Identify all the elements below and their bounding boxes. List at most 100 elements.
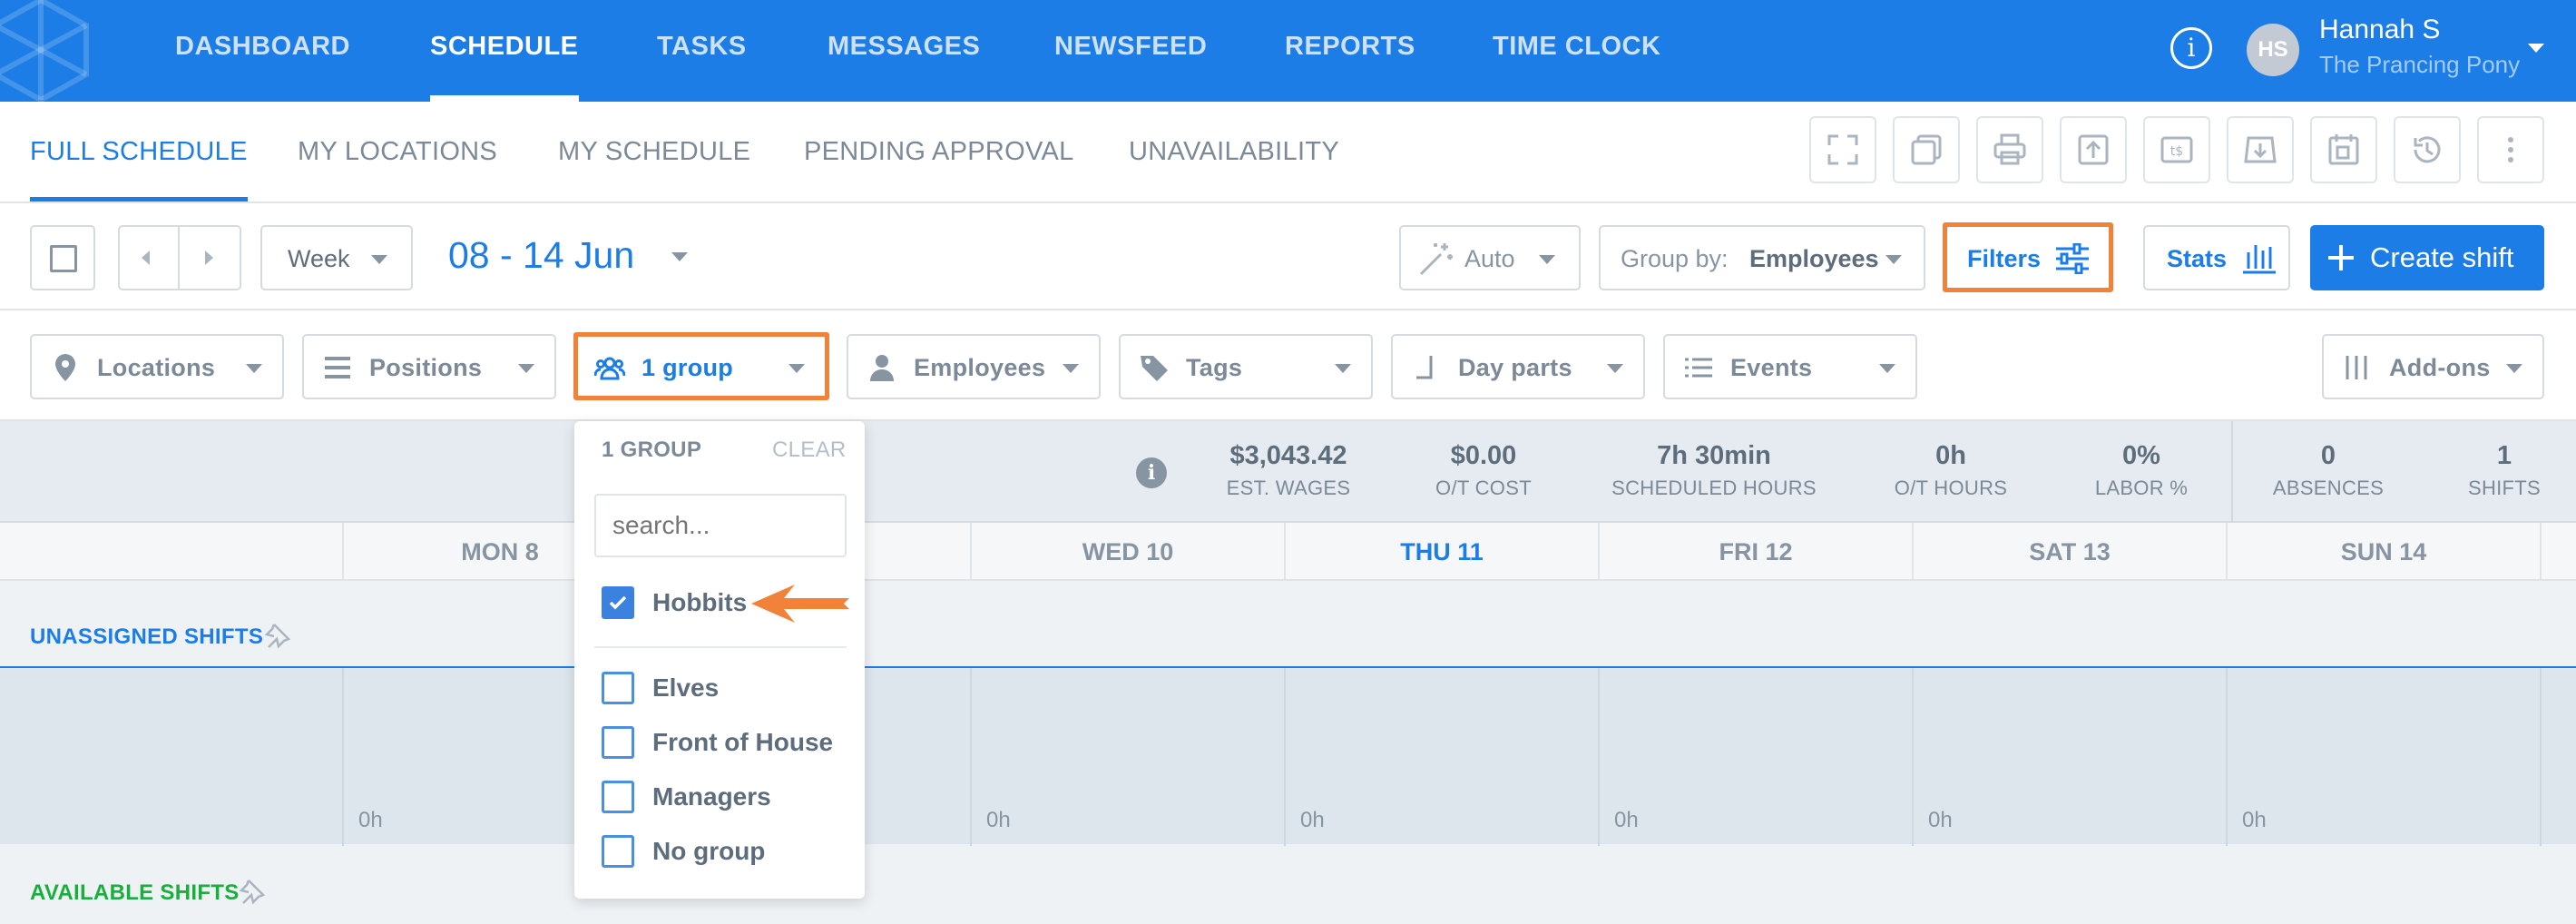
unassigned-cell-fri[interactable]: 0h: [1598, 668, 1912, 846]
chevron-left-icon: [142, 251, 150, 265]
unassigned-cell-sat[interactable]: 0h: [1912, 668, 2226, 846]
auto-button[interactable]: Auto: [1399, 225, 1581, 290]
map-pin-icon: [55, 354, 75, 381]
calendar-copy-button[interactable]: [2310, 116, 2377, 183]
copy-icon: [1911, 134, 1942, 165]
group-search-input[interactable]: [594, 494, 847, 557]
chevron-down-icon: [1607, 364, 1623, 373]
tab-my-locations[interactable]: MY LOCATIONS: [298, 102, 497, 202]
day-parts-icon: [1416, 356, 1433, 379]
copy-button[interactable]: [1893, 116, 1960, 183]
download-button[interactable]: [2227, 116, 2294, 183]
view-select[interactable]: Week: [260, 225, 413, 290]
user-menu-chevron-icon[interactable]: [2528, 44, 2544, 53]
stat-ot-hours: 0h O/T HOURS: [1894, 441, 2008, 499]
option-no-group-label[interactable]: No group: [652, 837, 765, 866]
history-button[interactable]: [2394, 116, 2461, 183]
filters-button[interactable]: Filters: [1945, 225, 2112, 290]
chevron-down-icon: [1885, 255, 1902, 264]
chevron-down-icon: [246, 364, 262, 373]
tab-pending-approval[interactable]: PENDING APPROVAL: [804, 102, 1074, 202]
next-week-button[interactable]: [180, 227, 240, 289]
locations-filter[interactable]: Locations: [30, 334, 284, 399]
day-parts-filter[interactable]: Day parts: [1391, 334, 1645, 399]
stat-scheduled-hours: 7h 30min SCHEDULED HOURS: [1611, 441, 1817, 499]
wages-button[interactable]: t$: [2143, 116, 2210, 183]
brand-logo[interactable]: [0, 0, 100, 102]
calendar-copy-icon: [2328, 134, 2359, 165]
top-navigation: DASHBOARD SCHEDULE TASKS MESSAGES NEWSFE…: [0, 0, 2576, 102]
pin-icon[interactable]: [263, 621, 292, 650]
view-select-value: Week: [288, 245, 350, 272]
option-hobbits-label[interactable]: Hobbits: [652, 588, 747, 617]
nav-time-clock[interactable]: TIME CLOCK: [1493, 0, 1660, 102]
stats-info-icon[interactable]: i: [1136, 457, 1167, 488]
front-of-house-checkbox[interactable]: [602, 726, 634, 759]
nav-messages[interactable]: MESSAGES: [828, 0, 980, 102]
avatar[interactable]: HS: [2247, 24, 2299, 76]
stat-shifts: 1 SHIFTS: [2467, 441, 2542, 499]
select-all-checkbox[interactable]: [30, 225, 95, 290]
unassigned-cell-thu[interactable]: 0h: [1284, 668, 1598, 846]
info-icon[interactable]: i: [2170, 27, 2212, 69]
group-filter[interactable]: 1 group: [574, 334, 827, 399]
chevron-down-icon: [1063, 364, 1079, 373]
more-button[interactable]: [2477, 116, 2544, 183]
tags-filter[interactable]: Tags: [1119, 334, 1373, 399]
events-filter[interactable]: Events: [1663, 334, 1917, 399]
employees-filter[interactable]: Employees: [847, 334, 1101, 399]
nav-tasks[interactable]: TASKS: [657, 0, 747, 102]
elves-checkbox[interactable]: [602, 672, 634, 704]
tab-my-schedule[interactable]: MY SCHEDULE: [558, 102, 750, 202]
tab-full-schedule[interactable]: FULL SCHEDULE: [30, 102, 248, 202]
chevron-down-icon: [1879, 364, 1895, 373]
pin-icon[interactable]: [238, 877, 267, 906]
clear-button[interactable]: CLEAR: [772, 437, 847, 463]
day-header-fri[interactable]: FRI 12: [1598, 523, 1912, 581]
date-range[interactable]: 08 - 14 Jun: [448, 234, 634, 277]
nav-schedule[interactable]: SCHEDULE: [430, 0, 579, 102]
nav-dashboard[interactable]: DASHBOARD: [175, 0, 350, 102]
user-name[interactable]: Hannah S: [2319, 15, 2440, 45]
tab-unavailability[interactable]: UNAVAILABILITY: [1129, 102, 1339, 202]
user-location: The Prancing Pony: [2319, 51, 2521, 78]
group-filter-label: 1 group: [642, 354, 734, 381]
publish-button[interactable]: [2060, 116, 2127, 183]
chevron-down-icon: [1539, 255, 1555, 264]
day-header-sun[interactable]: SUN 14: [2226, 523, 2540, 581]
filter-bar: Locations Positions 1 group Employees Ta…: [0, 310, 2576, 421]
prev-week-button[interactable]: [120, 227, 180, 289]
tags-filter-label: Tags: [1186, 354, 1243, 381]
unassigned-cell-wed[interactable]: 0h: [970, 668, 1284, 846]
bar-chart-icon: [2243, 245, 2276, 274]
expand-button[interactable]: [1809, 116, 1876, 183]
day-header-thu[interactable]: THU 11: [1284, 523, 1598, 581]
nav-newsfeed[interactable]: NEWSFEED: [1054, 0, 1207, 102]
option-managers-label[interactable]: Managers: [652, 782, 771, 811]
stats-button[interactable]: Stats: [2143, 225, 2290, 290]
hobbits-checkbox[interactable]: [602, 586, 634, 619]
positions-filter[interactable]: Positions: [302, 334, 556, 399]
unassigned-cell-sun[interactable]: 0h: [2226, 668, 2540, 846]
day-header-wed[interactable]: WED 10: [970, 523, 1284, 581]
date-range-chevron-down-icon[interactable]: [671, 252, 688, 261]
arrow-left-icon: [751, 585, 849, 623]
week-pager: [118, 225, 241, 290]
sliders-icon: [2056, 243, 2089, 274]
list-icon: [325, 357, 350, 378]
managers-checkbox[interactable]: [602, 781, 634, 813]
addons-filter-label: Add-ons: [2389, 354, 2491, 381]
option-elves-label[interactable]: Elves: [652, 673, 719, 703]
filters-label: Filters: [1967, 245, 2042, 272]
no-group-checkbox[interactable]: [602, 835, 634, 868]
inbox-download-icon: [2244, 136, 2277, 163]
day-header-sat[interactable]: SAT 13: [1912, 523, 2226, 581]
dropdown-title: 1 GROUP: [602, 437, 702, 462]
nav-reports[interactable]: REPORTS: [1285, 0, 1415, 102]
option-front-of-house-label[interactable]: Front of House: [652, 728, 833, 757]
addons-filter[interactable]: Add-ons: [2322, 334, 2544, 399]
print-button[interactable]: [1976, 116, 2043, 183]
create-shift-button[interactable]: Create shift: [2310, 225, 2544, 290]
group-by-select[interactable]: Group by: Employees: [1599, 225, 1925, 290]
day-parts-filter-label: Day parts: [1458, 354, 1572, 381]
